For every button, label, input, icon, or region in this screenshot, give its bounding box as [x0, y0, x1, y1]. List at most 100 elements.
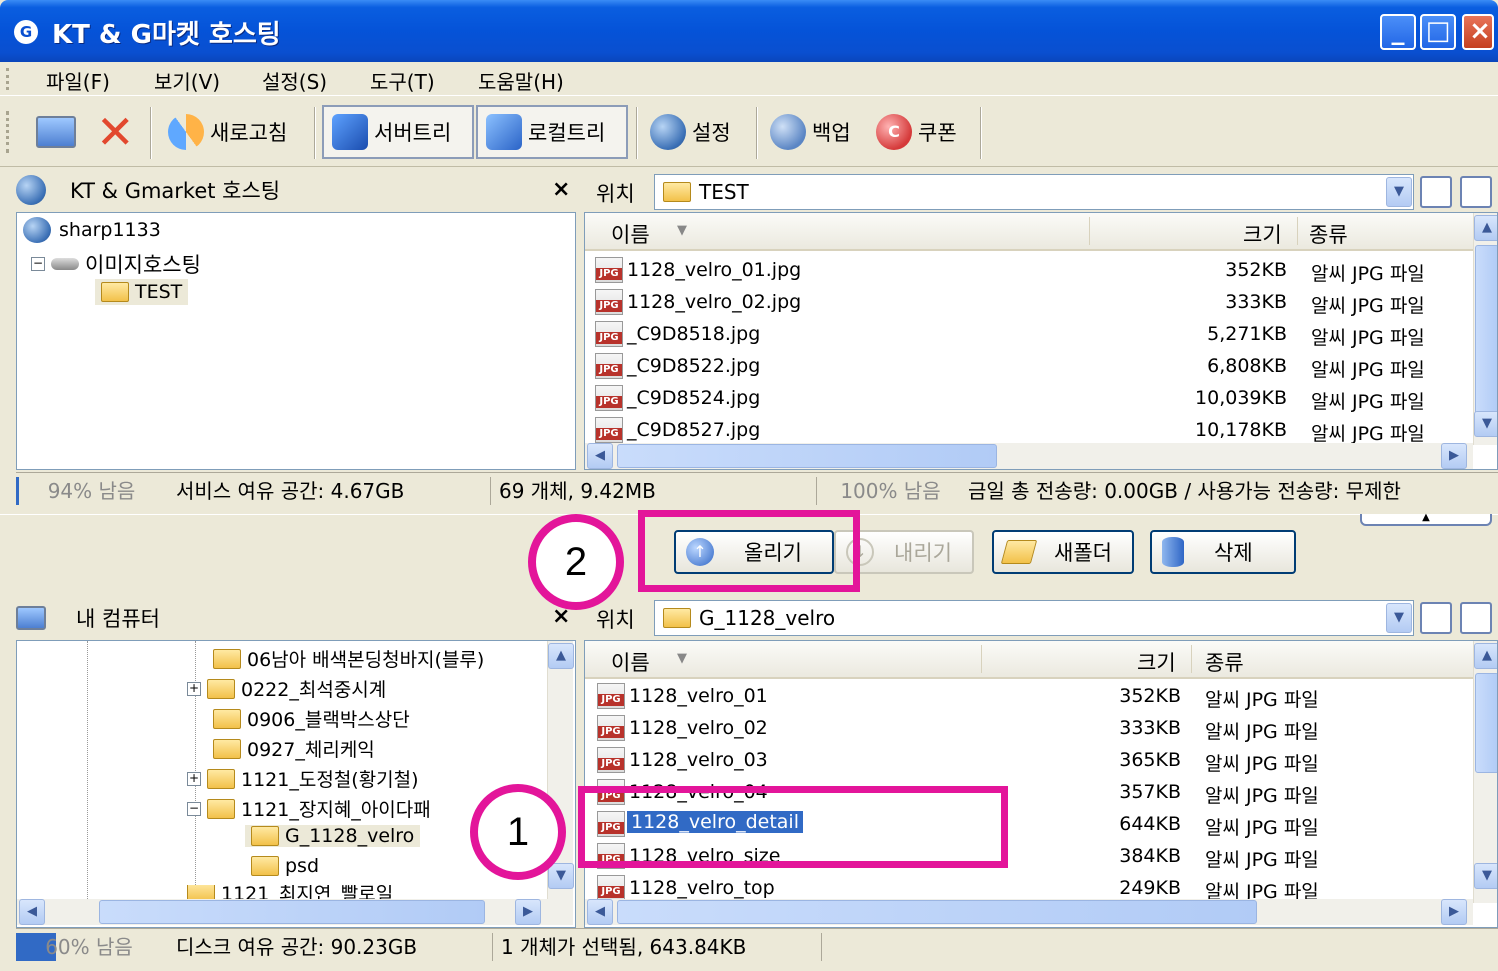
scroll-thumb[interactable]: [617, 900, 1257, 924]
file-type: 알씨 JPG 파일: [1205, 817, 1319, 839]
menu-view[interactable]: 보기(V): [150, 66, 224, 95]
jpg-file-icon: [595, 257, 623, 283]
scroll-up-icon[interactable]: ▲: [1474, 643, 1497, 669]
download-label: 내리기: [894, 541, 952, 565]
local-list-vscrollbar[interactable]: ▲ ▼: [1473, 641, 1497, 903]
minimize-button[interactable]: _: [1380, 14, 1416, 50]
jpg-file-icon: [597, 683, 625, 709]
maximize-button[interactable]: □: [1420, 14, 1456, 50]
collapse-icon[interactable]: −: [31, 257, 45, 271]
column-size-header[interactable]: 크기: [1243, 219, 1282, 249]
local-tree-button[interactable]: 로컬트리: [476, 105, 628, 159]
scroll-down-icon[interactable]: ▼: [1474, 411, 1497, 437]
splitter-collapse-button[interactable]: ▲: [1360, 513, 1492, 526]
scroll-up-icon[interactable]: ▲: [548, 643, 574, 669]
scroll-right-icon[interactable]: ▶: [1441, 443, 1467, 469]
coupon-label: 쿠폰: [918, 121, 957, 145]
menu-settings[interactable]: 설정(S): [258, 66, 331, 95]
server-list-vscrollbar[interactable]: ▲ ▼: [1473, 213, 1497, 445]
local-list-hscrollbar[interactable]: ◀ ▶: [585, 899, 1473, 925]
file-type: 알씨 JPG 파일: [1311, 423, 1425, 445]
expand-icon[interactable]: +: [187, 681, 201, 696]
tree-folder[interactable]: +1121_도정철(황기철): [187, 765, 419, 792]
tree-folder[interactable]: 0927_체리케익: [213, 735, 375, 762]
list-item[interactable]: 1128_velro_02 333KB 알씨 JPG 파일: [585, 713, 1473, 745]
column-name-header[interactable]: 이름: [611, 647, 650, 677]
list-item[interactable]: _C9D8524.jpg 10,039KB 알씨 JPG 파일: [585, 383, 1473, 415]
scroll-thumb[interactable]: [1475, 673, 1497, 773]
scroll-right-icon[interactable]: ▶: [1441, 899, 1467, 925]
tree-folder[interactable]: 0906_블랙박스상단: [213, 705, 410, 732]
backup-button[interactable]: 백업: [762, 105, 859, 159]
server-panel-close-button[interactable]: ×: [552, 177, 570, 202]
tree-folder[interactable]: +0222_최석중시계: [187, 675, 386, 702]
column-type-header[interactable]: 종류: [1309, 219, 1348, 249]
local-view-toggle-button[interactable]: [1420, 602, 1452, 634]
disk-usage-meter: 60% 남음: [16, 933, 156, 961]
column-size-header[interactable]: 크기: [1137, 647, 1176, 677]
jpg-file-icon: [597, 715, 625, 741]
local-location-combo[interactable]: G_1128_velro: [654, 600, 1414, 636]
tree-folder[interactable]: psd: [251, 855, 319, 877]
close-window-button[interactable]: ×: [1462, 14, 1494, 50]
folder-icon: [663, 182, 691, 202]
tree-folder[interactable]: 06남아 배색본딩청바지(블루): [213, 645, 484, 672]
server-list-hscrollbar[interactable]: ◀ ▶: [585, 443, 1473, 469]
list-item[interactable]: _C9D8518.jpg 5,271KB 알씨 JPG 파일: [585, 319, 1473, 351]
scroll-thumb[interactable]: [1475, 245, 1497, 415]
server-view-toggle-button[interactable]: [1420, 176, 1452, 208]
scroll-down-icon[interactable]: ▼: [548, 863, 574, 889]
tree-node-label: psd: [285, 855, 320, 877]
list-item[interactable]: _C9D8522.jpg 6,808KB 알씨 JPG 파일: [585, 351, 1473, 383]
menu-help[interactable]: 도움말(H): [474, 66, 568, 95]
tree-folder-selected[interactable]: G_1128_velro: [245, 825, 421, 847]
tree-node-test[interactable]: TEST: [95, 279, 189, 305]
expand-icon[interactable]: +: [187, 771, 201, 786]
list-item[interactable]: 1128_velro_01 352KB 알씨 JPG 파일: [585, 681, 1473, 713]
list-item[interactable]: 1128_velro_01.jpg 352KB 알씨 JPG 파일: [585, 255, 1473, 287]
refresh-button[interactable]: 새로고침: [160, 105, 295, 159]
connect-button[interactable]: [28, 105, 84, 159]
server-file-list: 이름 ▼ 크기 종류 1128_velro_01.jpg 352KB 알씨 JPG …: [584, 212, 1498, 470]
column-type-header[interactable]: 종류: [1205, 647, 1244, 677]
menu-tools[interactable]: 도구(T): [366, 66, 439, 95]
local-location-dropdown-button[interactable]: ▼: [1386, 603, 1412, 633]
column-divider: [1297, 217, 1298, 245]
tree-node-account[interactable]: sharp1133: [23, 217, 161, 243]
column-divider: [1191, 645, 1192, 673]
menu-grip: [6, 68, 9, 90]
disconnect-button[interactable]: ✕: [88, 105, 143, 159]
delete-button[interactable]: 삭제: [1150, 530, 1296, 574]
tree-node-label: 1121_장지혜_아이다패: [241, 799, 431, 821]
list-item[interactable]: 1128_velro_03 365KB 알씨 JPG 파일: [585, 745, 1473, 777]
coupon-button[interactable]: C 쿠폰: [868, 105, 965, 159]
column-name-header[interactable]: 이름: [611, 219, 650, 249]
tree-node-image-hosting[interactable]: − 이미지호스팅: [31, 249, 201, 279]
server-location-dropdown-button[interactable]: ▼: [1386, 177, 1412, 207]
server-tree-button[interactable]: 서버트리: [322, 105, 474, 159]
settings-button[interactable]: 설정: [642, 105, 739, 159]
file-type: 알씨 JPG 파일: [1311, 391, 1425, 413]
scroll-right-icon[interactable]: ▶: [515, 899, 541, 925]
scroll-down-icon[interactable]: ▼: [1474, 863, 1497, 889]
minimize-icon: _: [1391, 16, 1405, 46]
local-tree-hscrollbar[interactable]: ◀ ▶: [17, 899, 573, 925]
new-folder-button[interactable]: 새폴더: [992, 530, 1134, 574]
selection-info: 1 개체가 선택됨, 643.84KB: [492, 933, 822, 961]
scroll-thumb[interactable]: [617, 444, 997, 468]
scroll-thumb[interactable]: [99, 900, 485, 924]
server-free-space: 서비스 여유 공간: 4.67GB: [176, 479, 405, 503]
tree-folder[interactable]: 1121_최지연_빨로일: [187, 885, 393, 899]
local-grid-view-button[interactable]: [1460, 602, 1492, 634]
scroll-left-icon[interactable]: ◀: [587, 443, 613, 469]
network-computer-icon: [23, 217, 51, 243]
menu-file[interactable]: 파일(F): [42, 66, 114, 95]
list-item[interactable]: 1128_velro_02.jpg 333KB 알씨 JPG 파일: [585, 287, 1473, 319]
server-location-combo[interactable]: TEST: [654, 174, 1414, 210]
collapse-icon[interactable]: −: [187, 801, 201, 816]
scroll-left-icon[interactable]: ◀: [587, 899, 613, 925]
scroll-left-icon[interactable]: ◀: [19, 899, 45, 925]
scroll-up-icon[interactable]: ▲: [1474, 215, 1497, 241]
tree-folder[interactable]: − 1121_장지혜_아이다패: [187, 795, 431, 822]
server-grid-view-button[interactable]: [1460, 176, 1492, 208]
